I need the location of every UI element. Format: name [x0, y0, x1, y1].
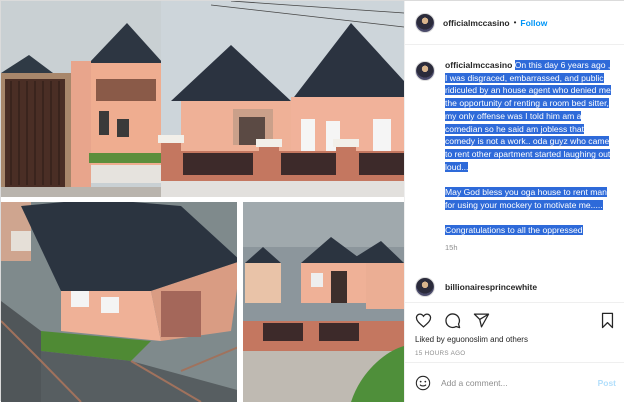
house-collage-photo — [1, 1, 404, 402]
comment-input[interactable] — [441, 377, 598, 388]
caption-paragraph-1: officialmccasino On this day 6 years ago… — [445, 59, 615, 173]
caption-paragraph-2: May God bless you oga house to rent man … — [445, 186, 615, 211]
post-timestamp: 15 HOURS AGO — [415, 350, 466, 357]
bookmark-icon[interactable] — [599, 312, 616, 329]
action-icons — [415, 307, 616, 333]
instagram-post-window: officialmccasino • Follow officialmccasi… — [0, 0, 624, 402]
comments-section[interactable]: officialmccasino On this day 6 years ago… — [405, 45, 624, 302]
avatar[interactable] — [415, 12, 435, 33]
post-comment-button[interactable]: Post — [598, 378, 616, 388]
add-comment-bar: Post — [405, 362, 624, 402]
caption-comment: officialmccasino On this day 6 years ago… — [415, 59, 616, 255]
post-image[interactable] — [1, 1, 404, 402]
commenter-avatar[interactable] — [415, 277, 435, 298]
caption-text-2: May God bless you oga house to rent man … — [445, 186, 607, 210]
header-username[interactable]: officialmccasino — [443, 18, 510, 28]
caption-body: officialmccasino On this day 6 years ago… — [445, 59, 615, 255]
post-side-panel: officialmccasino • Follow officialmccasi… — [404, 1, 624, 402]
caption-time: 15h — [445, 243, 458, 253]
heart-icon[interactable] — [415, 312, 432, 329]
caption-paragraph-3: Congratulations to all the oppressed — [445, 224, 615, 237]
likes-summary[interactable]: Liked by eguonoslim and others — [415, 335, 616, 344]
comment-item: billionairesprincewhite — [415, 277, 616, 298]
share-icon[interactable] — [473, 312, 490, 329]
commenter-username[interactable]: billionairesprincewhite — [445, 282, 537, 292]
follow-button[interactable]: Follow — [520, 18, 547, 28]
caption-text-1: On this day 6 years ago , I was disgrace… — [445, 60, 611, 172]
comment-icon[interactable] — [444, 312, 461, 329]
caption-text-3: Congratulations to all the oppressed — [445, 224, 583, 235]
separator-dot: • — [513, 18, 517, 27]
action-bar: Liked by eguonoslim and others 15 HOURS … — [405, 302, 624, 362]
caption-username[interactable]: officialmccasino — [445, 60, 512, 70]
emoji-icon[interactable] — [415, 375, 431, 391]
post-header: officialmccasino • Follow — [405, 1, 624, 45]
caption-avatar[interactable] — [415, 61, 435, 81]
